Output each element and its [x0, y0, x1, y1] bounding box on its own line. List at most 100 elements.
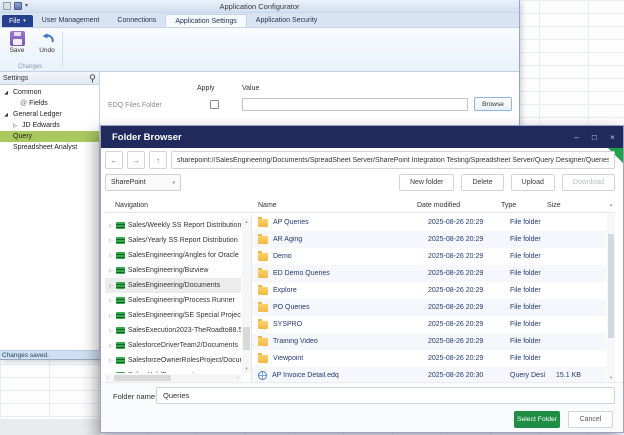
tree-expander-icon[interactable] — [109, 313, 113, 319]
navigation-tree-item[interactable]: Sales/Yearly SS Report Distribution — [105, 233, 241, 248]
size-column-header[interactable]: Size — [547, 202, 607, 209]
scroll-left-icon[interactable]: ‹ — [107, 374, 109, 382]
date-column-header[interactable]: Date modified — [417, 202, 501, 209]
undo-button[interactable]: Undo — [33, 31, 61, 54]
tree-expander-icon[interactable] — [109, 373, 113, 374]
scrollbar-thumb[interactable] — [608, 234, 614, 338]
tree-expander-icon[interactable] — [109, 253, 113, 259]
ribbon-tab[interactable]: Connections — [108, 14, 165, 27]
navigation-tree-item[interactable]: SalesEngineering/SE Special Projects — [105, 308, 241, 323]
scrollbar-thumb[interactable] — [114, 375, 171, 381]
navigation-tree-item[interactable]: SalesEngineering/Process Runner — [105, 293, 241, 308]
scrollbar-thumb[interactable] — [243, 327, 250, 350]
scroll-down-icon[interactable]: ▾ — [607, 375, 615, 381]
app-icon[interactable] — [3, 2, 11, 10]
sharepoint-library-icon — [116, 267, 125, 274]
ribbon-group-divider — [62, 31, 63, 68]
scroll-down-icon[interactable]: ▾ — [242, 366, 251, 372]
scroll-up-icon[interactable]: ▴ — [607, 202, 615, 208]
navigation-tree-item[interactable]: SalesEngineering/Bizview — [105, 263, 241, 278]
select-folder-button[interactable]: Select Folder — [514, 411, 560, 428]
address-input[interactable] — [171, 151, 615, 169]
up-button[interactable]: ↑ — [149, 151, 167, 169]
tree-expander-icon[interactable] — [109, 283, 113, 289]
pin-icon[interactable] — [89, 74, 96, 83]
file-row[interactable]: Explore 2025-08-26 20:29 File folder — [252, 282, 606, 299]
navigation-tree-item[interactable]: SalesEngineering/Angles for Oracle — [105, 248, 241, 263]
settings-tree-item[interactable]: Query — [0, 131, 99, 142]
file-row[interactable]: AP Invoice Detail.edq 2025-08-26 20:30 Q… — [252, 367, 606, 382]
settings-tree-item[interactable]: JD Edwards — [0, 120, 99, 131]
source-dropdown[interactable]: SharePoint ▾ — [105, 174, 181, 191]
close-icon[interactable]: × — [610, 132, 615, 142]
scroll-up-icon[interactable]: ▴ — [242, 219, 251, 225]
tree-expander-icon[interactable] — [109, 268, 113, 274]
list-header-row: Navigation Name Date modified Type Size … — [105, 198, 615, 213]
file-row[interactable]: Training Video 2025-08-26 20:29 File fol… — [252, 333, 606, 350]
tree-expander-icon[interactable] — [3, 112, 9, 118]
toolbar-action-button[interactable]: Upload — [511, 174, 555, 191]
type-column-header[interactable]: Type — [501, 202, 547, 209]
ribbon-tab[interactable]: Application Security — [247, 14, 326, 27]
tree-expander-icon[interactable] — [109, 298, 113, 304]
app-title-bar: ▾ Application Configurator — [0, 0, 519, 13]
navigation-pane: Sales/Weekly SS Report Distribution Sale… — [105, 214, 252, 382]
address-bar: ← → ↑ — [105, 151, 615, 169]
apply-checkbox[interactable] — [210, 100, 219, 109]
value-column-header: Value — [242, 85, 259, 92]
tree-expander-icon[interactable] — [109, 238, 113, 244]
settings-tree-item[interactable]: Fields — [0, 98, 99, 109]
navigation-tree-item[interactable]: SalesExecution2023-TheRoadto88.5M — [105, 323, 241, 338]
ribbon-tab[interactable]: User Management — [33, 14, 109, 27]
file-menu-button[interactable]: File ▾ — [2, 15, 33, 27]
minimize-icon[interactable]: – — [574, 132, 579, 142]
file-row[interactable]: AR Aging 2025-08-26 20:29 File folder — [252, 231, 606, 248]
value-input[interactable] — [242, 98, 468, 111]
file-icon — [258, 253, 268, 261]
folder-name-input[interactable] — [156, 387, 615, 404]
maximize-icon[interactable]: □ — [592, 132, 597, 142]
navigation-tree-item[interactable]: Sales/Weekly SS Report Distribution — [105, 218, 241, 233]
file-icon — [258, 338, 268, 346]
navigation-tree-item[interactable]: Sales Hub/Documents — [105, 368, 241, 373]
back-button[interactable]: ← — [105, 151, 123, 169]
toolbar-action-button[interactable]: Download — [562, 174, 615, 191]
navigation-tree-item[interactable]: SalesEngineering/Documents — [105, 278, 241, 293]
scroll-right-icon[interactable]: › — [237, 374, 239, 382]
file-row[interactable]: PO Queries 2025-08-26 20:29 File folder — [252, 299, 606, 316]
settings-tree-item[interactable]: Common — [0, 87, 99, 98]
tree-expander-icon[interactable] — [109, 358, 113, 364]
qat-dropdown-arrow-icon[interactable]: ▾ — [25, 2, 28, 10]
sharepoint-library-icon — [116, 237, 125, 244]
quick-save-icon[interactable] — [14, 2, 22, 10]
navigation-horizontal-scrollbar[interactable]: ‹ › — [105, 374, 241, 382]
settings-tree-item[interactable]: Spreadsheet Analyst — [0, 142, 99, 153]
tree-expander-icon[interactable] — [109, 328, 113, 334]
file-list-scrollbar[interactable]: ▾ — [607, 214, 615, 382]
tree-expander-icon[interactable] — [109, 223, 113, 229]
navigation-vertical-scrollbar[interactable]: ▴ ▾ — [242, 218, 251, 373]
settings-tree-item[interactable]: General Ledger — [0, 109, 99, 120]
toolbar-action-button[interactable]: Delete — [461, 174, 503, 191]
tree-expander-icon[interactable] — [3, 90, 9, 96]
tree-expander-icon[interactable] — [12, 123, 18, 129]
file-row[interactable]: ED Demo Queries 2025-08-26 20:29 File fo… — [252, 265, 606, 282]
ribbon-tab[interactable]: Application Settings — [165, 14, 246, 27]
browse-button[interactable]: Browse — [474, 97, 512, 111]
ribbon-tabs: User Management Connections Application … — [33, 14, 326, 27]
navigation-tree-item[interactable]: SalesforceOwnerRolesProject/Documents — [105, 353, 241, 368]
forward-button[interactable]: → — [127, 151, 145, 169]
file-row[interactable]: SYSPRO 2025-08-26 20:29 File folder — [252, 316, 606, 333]
name-column-header[interactable]: Name — [252, 202, 417, 209]
file-icon — [258, 219, 268, 227]
tree-expander-icon[interactable] — [109, 343, 113, 349]
file-list: AP Queries 2025-08-26 20:29 File folder … — [252, 214, 606, 382]
file-row[interactable]: AP Queries 2025-08-26 20:29 File folder — [252, 214, 606, 231]
file-row[interactable]: Demo 2025-08-26 20:29 File folder — [252, 248, 606, 265]
cancel-button[interactable]: Cancel — [568, 411, 613, 428]
navigation-column-header[interactable]: Navigation — [105, 202, 252, 209]
save-button[interactable]: Save — [3, 31, 31, 54]
file-row[interactable]: Viewpoint 2025-08-26 20:29 File folder — [252, 350, 606, 367]
navigation-tree-item[interactable]: SalesforceDriverTeam2/Documents — [105, 338, 241, 353]
toolbar-action-button[interactable]: New folder — [399, 174, 454, 191]
